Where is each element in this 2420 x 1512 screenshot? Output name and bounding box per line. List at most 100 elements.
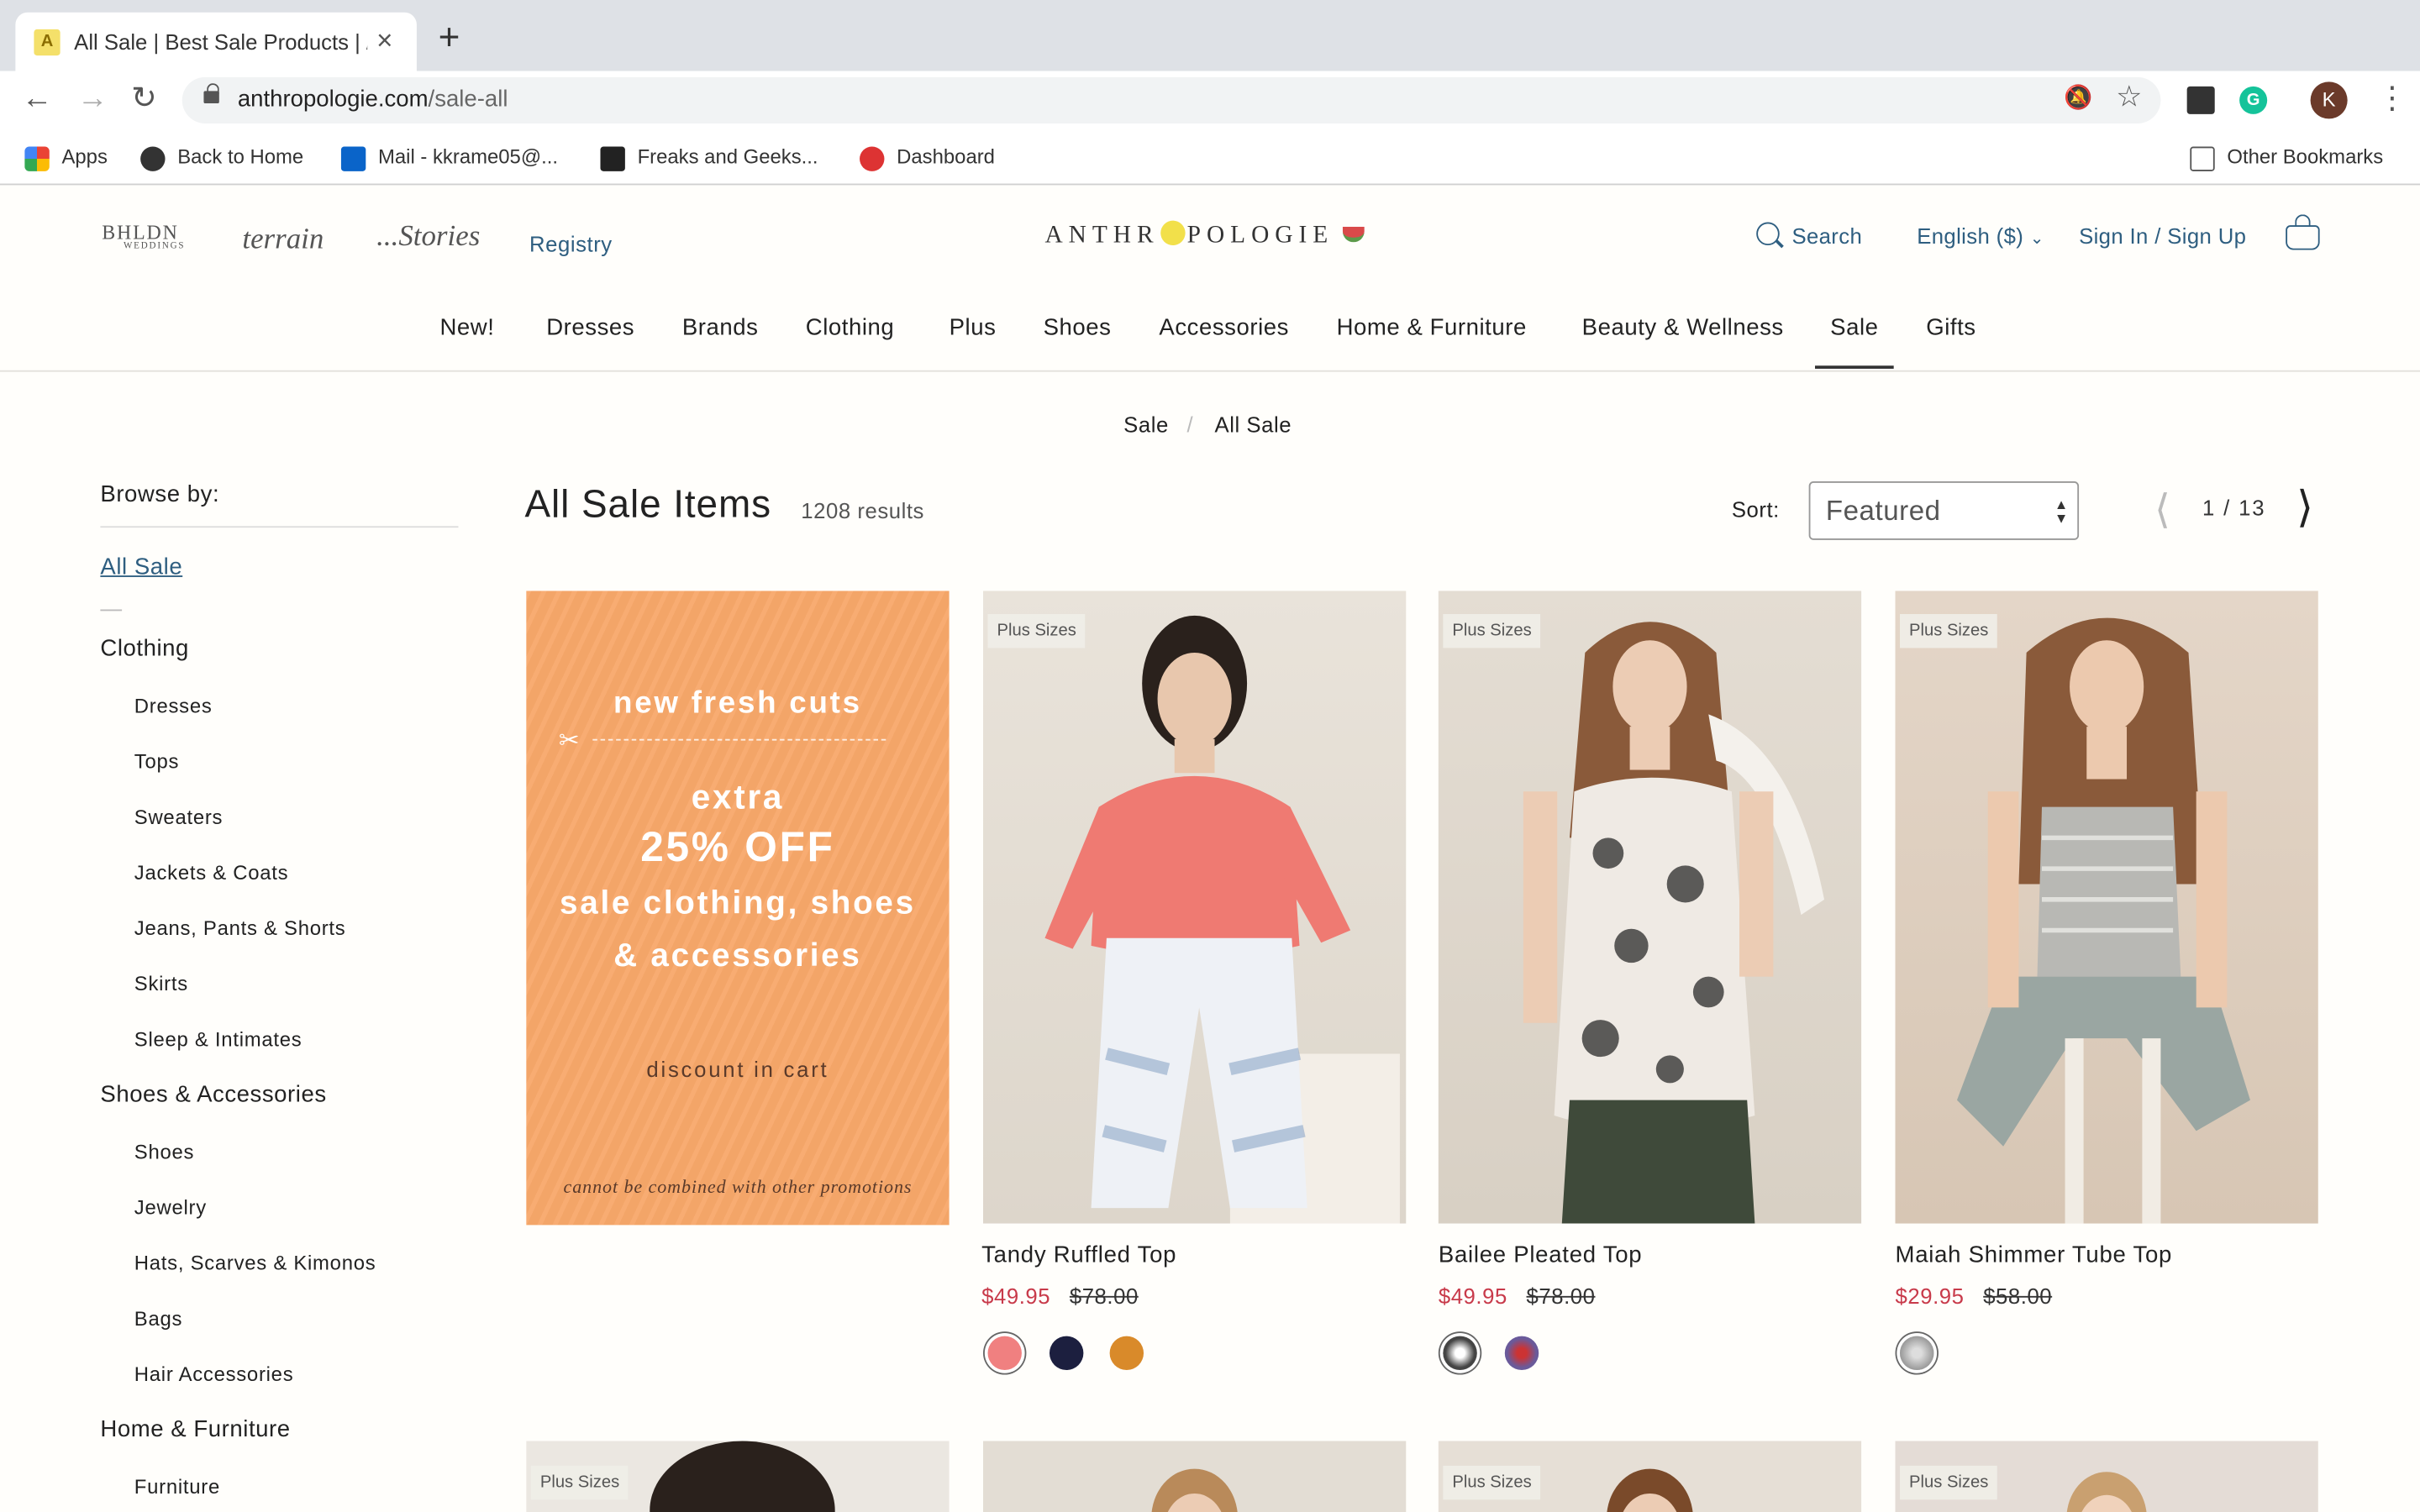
profile-avatar[interactable]: K	[2310, 81, 2348, 119]
product-image[interactable]: Plus Sizes	[1895, 1441, 2318, 1512]
next-page-chevron-icon[interactable]: ⟩	[2296, 486, 2313, 529]
promo-extra: extra	[691, 777, 785, 816]
browse-by-heading: Browse by:	[100, 481, 220, 508]
bookmark-back-to-home[interactable]: Back to Home	[140, 144, 303, 171]
product-photo-maiah	[1956, 617, 2250, 1224]
favicon-icon: A	[34, 29, 60, 56]
close-icon[interactable]: ×	[376, 24, 392, 55]
sign-in-link[interactable]: Sign In / Sign Up	[2079, 223, 2246, 248]
color-swatch[interactable]	[987, 1336, 1022, 1371]
product-image[interactable]: Plus Sizes	[1438, 591, 1862, 1224]
nav-home-furniture[interactable]: Home & Furniture	[1337, 315, 1527, 341]
product-name[interactable]: Bailee Pleated Top	[1439, 1242, 1643, 1268]
sidebar-home-furniture[interactable]: Home & Furniture	[100, 1416, 290, 1442]
reload-icon[interactable]: ↻	[131, 81, 157, 118]
sidebar-item-hair-accessories[interactable]: Hair Accessories	[134, 1362, 294, 1386]
nav-clothing[interactable]: Clothing	[806, 315, 894, 341]
sidebar-item-jewelry[interactable]: Jewelry	[134, 1195, 207, 1219]
url-text: anthropologie.com/sale-all	[237, 86, 508, 113]
color-swatch[interactable]	[1443, 1336, 1477, 1371]
outlook-icon	[340, 145, 366, 171]
product-image[interactable]: Plus Sizes	[1895, 591, 2318, 1224]
stories-logo[interactable]: ...Stories	[376, 221, 480, 255]
search-icon[interactable]	[1756, 222, 1780, 246]
new-tab-button[interactable]: +	[439, 19, 460, 57]
address-bar[interactable]: anthropologie.com/sale-all 🔕 ☆	[182, 76, 2161, 123]
sidebar-item-jeans-pants-shorts[interactable]: Jeans, Pants & Shorts	[134, 916, 346, 940]
main-nav: New! Dresses Brands Clothing Plus Shoes …	[0, 301, 2420, 372]
other-bookmarks[interactable]: Other Bookmarks	[2190, 144, 2383, 171]
product-photo-tandy	[1044, 615, 1400, 1224]
anthropologie-logo[interactable]: ANTHR POLOGIE	[1044, 220, 1365, 250]
sort-select[interactable]: Featured ▲ ▼	[1808, 481, 2080, 540]
nav-gifts[interactable]: Gifts	[1926, 315, 1975, 341]
notifications-off-icon[interactable]: 🔕	[2064, 83, 2092, 111]
back-arrow-icon[interactable]: ←	[22, 81, 53, 118]
product-name[interactable]: Maiah Shimmer Tube Top	[1896, 1242, 2173, 1268]
product-name[interactable]: Tandy Ruffled Top	[981, 1242, 1176, 1268]
nav-beauty-wellness[interactable]: Beauty & Wellness	[1582, 315, 1784, 341]
bookmark-freaks-and-geeks[interactable]: Freaks and Geeks...	[600, 144, 818, 171]
terrain-logo[interactable]: terrain	[242, 223, 324, 257]
sidebar-all-sale[interactable]: All Sale	[100, 554, 182, 580]
sidebar-clothing[interactable]: Clothing	[100, 636, 188, 662]
language-selector[interactable]: English ($) ⌄	[1917, 223, 2044, 248]
sale-price: $49.95	[981, 1284, 1051, 1309]
menu-dots-icon[interactable]: ⋮	[2377, 81, 2408, 118]
apps-grid-icon	[24, 145, 50, 171]
original-price: $78.00	[1069, 1284, 1139, 1309]
nav-shoes[interactable]: Shoes	[1044, 315, 1112, 341]
registry-link[interactable]: Registry	[529, 232, 613, 256]
sidebar-item-furniture[interactable]: Furniture	[134, 1475, 220, 1499]
bhldn-logo[interactable]: BHLDN WEDDINGS	[102, 221, 185, 252]
bookmark-dashboard[interactable]: Dashboard	[860, 144, 995, 171]
forward-arrow-icon[interactable]: →	[77, 81, 108, 118]
product-image[interactable]: Plus Sizes	[983, 591, 1407, 1224]
color-swatch[interactable]	[1504, 1336, 1539, 1371]
promo-banner[interactable]: new fresh cuts extra 25% OFF sale clothi…	[526, 591, 950, 1226]
nav-plus[interactable]: Plus	[950, 315, 997, 341]
grammarly-icon[interactable]: G	[2239, 86, 2268, 114]
product-photo-bailee	[1523, 622, 1825, 1224]
product-image[interactable]: Plus Sizes	[526, 1441, 950, 1512]
promo-discount: 25% OFF	[640, 823, 835, 870]
plus-sizes-badge: Plus Sizes	[1900, 614, 1998, 648]
bookmark-apps[interactable]: Apps	[24, 144, 108, 171]
sidebar-item-tops[interactable]: Tops	[134, 750, 179, 774]
extension-icon[interactable]	[2186, 86, 2215, 114]
color-swatch[interactable]	[1049, 1336, 1084, 1371]
sidebar-item-hats-scarves-kimonos[interactable]: Hats, Scarves & Kimonos	[134, 1252, 376, 1275]
sidebar-shoes-accessories[interactable]: Shoes & Accessories	[100, 1082, 326, 1108]
product-image[interactable]: Plus Sizes	[1438, 1441, 1862, 1512]
scissors-icon: ✂	[558, 727, 580, 755]
flower-icon	[1160, 220, 1186, 246]
breadcrumb-sale[interactable]: Sale	[1123, 412, 1169, 436]
bookmark-mail[interactable]: Mail - kkrame05@...	[340, 144, 558, 171]
sidebar-item-jackets-coats[interactable]: Jackets & Coats	[134, 861, 289, 885]
sidebar-item-sleep-intimates[interactable]: Sleep & Intimates	[134, 1027, 302, 1051]
results-count: 1208 results	[801, 498, 924, 523]
promo-scope-2: & accessories	[613, 937, 862, 974]
folder-icon	[2190, 145, 2215, 171]
sidebar-item-dresses[interactable]: Dresses	[134, 695, 213, 718]
sidebar-item-shoes[interactable]: Shoes	[134, 1140, 194, 1163]
sidebar-item-bags[interactable]: Bags	[134, 1307, 182, 1331]
divider	[100, 526, 459, 528]
browser-tab[interactable]: A All Sale | Best Sale Products | / ×	[15, 12, 417, 71]
color-swatch[interactable]	[1109, 1336, 1144, 1371]
nav-accessories[interactable]: Accessories	[1159, 315, 1289, 341]
color-swatch[interactable]	[1900, 1336, 1934, 1371]
nav-sale[interactable]: Sale	[1815, 315, 1894, 369]
sidebar-item-sweaters[interactable]: Sweaters	[134, 806, 223, 829]
plus-sizes-badge: Plus Sizes	[1443, 1465, 1541, 1500]
nav-brands[interactable]: Brands	[682, 315, 759, 341]
prev-page-chevron-icon[interactable]: ⟨	[2154, 489, 2170, 529]
nav-dresses[interactable]: Dresses	[546, 315, 634, 341]
sidebar-item-skirts[interactable]: Skirts	[134, 972, 188, 995]
search-link[interactable]: Search	[1791, 223, 1862, 248]
breadcrumb-current: All Sale	[1214, 412, 1292, 437]
shopping-bag-icon[interactable]	[2286, 214, 2320, 250]
bookmark-star-icon[interactable]: ☆	[2116, 81, 2142, 116]
nav-new[interactable]: New!	[439, 315, 494, 341]
product-image[interactable]	[983, 1441, 1407, 1512]
